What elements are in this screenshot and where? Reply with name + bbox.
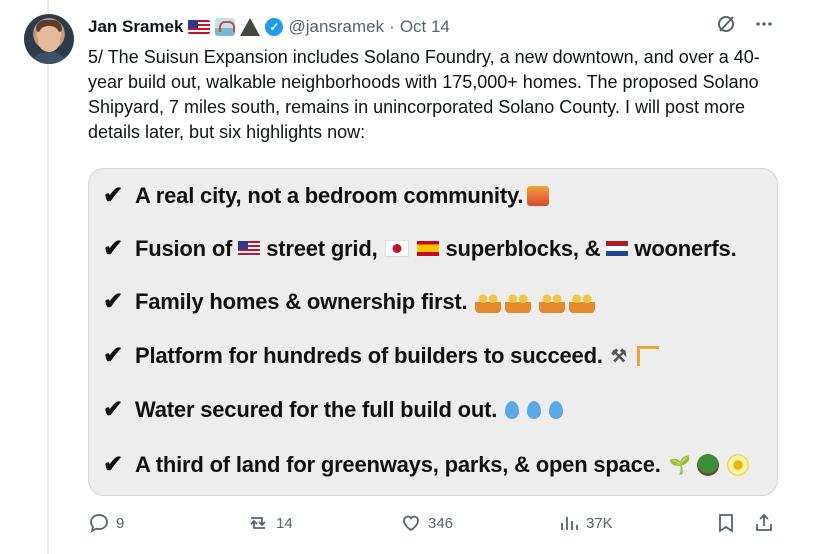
- droplet-icon: [505, 400, 520, 419]
- checkmark-icon: ✔: [103, 342, 123, 369]
- flower-icon: [726, 453, 749, 476]
- share-icon: [756, 513, 772, 531]
- highlight-text: Fusion of: [135, 235, 233, 261]
- avatar-face: [38, 26, 60, 52]
- post-date[interactable]: Oct 14: [400, 17, 450, 37]
- highlight-text: street grid,: [266, 235, 378, 261]
- highlight-row: ✔ Fusion of street grid, superblocks, & …: [103, 234, 737, 263]
- checkmark-icon: ✔: [103, 235, 123, 262]
- family-icon: [539, 290, 566, 313]
- seedling-icon: 🌱: [668, 454, 691, 475]
- views-icon: [561, 517, 578, 530]
- hammer-pick-icon: ⚒: [610, 345, 627, 366]
- highlight-text: Water secured for the full build out.: [135, 396, 498, 422]
- views-count: 37K: [586, 514, 613, 532]
- post-header: Jan Sramek ✓ @jansramek · Oct 14: [88, 14, 450, 40]
- sunset-city-icon: [527, 185, 550, 206]
- checkmark-icon: ✔: [103, 451, 123, 478]
- avatar-shirt: [28, 52, 70, 64]
- grok-icon[interactable]: [716, 14, 736, 39]
- repost-icon: [250, 517, 266, 529]
- repost-count: 14: [276, 514, 293, 532]
- highlight-text: Family homes & ownership first.: [135, 288, 468, 314]
- mountain-icon: [240, 18, 261, 36]
- checkmark-icon: ✔: [103, 288, 123, 315]
- us-flag-icon: [188, 20, 211, 34]
- checkmark-icon: ✔: [103, 396, 123, 423]
- checkmark-icon: ✔: [103, 182, 123, 209]
- highlight-text: woonerfs.: [634, 235, 737, 261]
- highlight-row: ✔ A third of land for greenways, parks, …: [103, 450, 749, 479]
- spain-flag-icon: [417, 241, 440, 256]
- avatar[interactable]: [24, 14, 74, 64]
- droplet-icon: [549, 400, 564, 419]
- like-count: 346: [428, 514, 454, 532]
- author-name[interactable]: Jan Sramek: [88, 17, 183, 37]
- family-icon: [475, 290, 502, 313]
- droplet-icon: [527, 400, 542, 419]
- bookmark-icon: [719, 514, 733, 533]
- author-handle[interactable]: @jansramek: [288, 17, 384, 37]
- like-button[interactable]: 346: [400, 512, 453, 534]
- tree-icon: [696, 453, 719, 476]
- more-icon[interactable]: [754, 14, 774, 39]
- reply-button[interactable]: 9: [88, 512, 124, 534]
- highlight-row: ✔ Family homes & ownership first.: [103, 287, 596, 316]
- post-text: 5/ The Suisun Expansion includes Solano …: [88, 47, 760, 142]
- separator: ·: [389, 17, 395, 36]
- highlight-row: ✔ A real city, not a bedroom community.: [103, 181, 550, 210]
- highlight-row: ✔ Platform for hundreds of builders to s…: [103, 341, 659, 370]
- highlight-text: A real city, not a bedroom community.: [135, 182, 524, 208]
- views-button[interactable]: 37K: [558, 512, 613, 534]
- reply-count: 9: [116, 514, 125, 532]
- post-top-actions: [716, 14, 774, 39]
- repost-button[interactable]: 14: [246, 512, 293, 534]
- highlight-text: Platform for hundreds of builders to suc…: [135, 342, 603, 368]
- share-button[interactable]: [754, 512, 774, 534]
- family-icon: [569, 290, 596, 313]
- highlight-row: ✔ Water secured for the full build out.: [103, 395, 564, 424]
- highlights-image[interactable]: ✔ A real city, not a bedroom community. …: [88, 168, 778, 496]
- netherlands-flag-icon: [606, 241, 629, 256]
- bridge-icon: [215, 18, 236, 36]
- highlight-text: A third of land for greenways, parks, & …: [135, 451, 661, 477]
- crane-icon: [636, 345, 659, 366]
- us-flag-icon: [238, 241, 261, 256]
- like-icon: [403, 515, 419, 532]
- post-actions: 9 14 346 37K: [88, 508, 778, 538]
- reply-icon: [90, 514, 108, 533]
- family-icon: [505, 290, 532, 313]
- highlight-text: superblocks, &: [445, 235, 601, 261]
- verified-icon[interactable]: ✓: [265, 18, 284, 36]
- bookmark-button[interactable]: [716, 512, 736, 534]
- thread-line: [47, 0, 49, 554]
- japan-flag-icon: [385, 240, 410, 257]
